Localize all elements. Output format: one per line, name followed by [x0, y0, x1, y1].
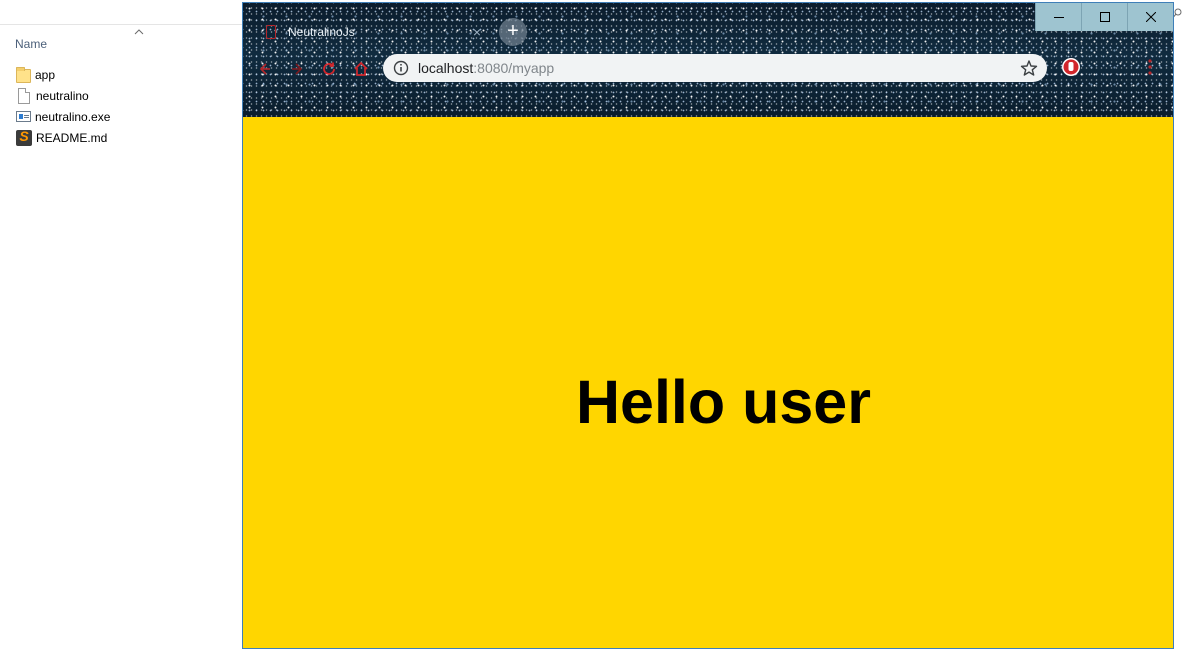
browser-frame-starfield: NeutralinoJs × + localhost:8080/myapp — [243, 3, 1173, 117]
file-item-neutralino-exe[interactable]: neutralino.exe — [16, 106, 110, 127]
file-explorer-pane: Name app neutralino neutralino.exe S REA… — [0, 0, 243, 654]
close-icon — [1145, 12, 1156, 22]
maximize-button[interactable] — [1081, 3, 1127, 31]
home-icon — [354, 61, 368, 76]
close-button[interactable] — [1127, 3, 1173, 31]
page-favicon-icon — [266, 25, 276, 39]
back-button[interactable] — [253, 58, 275, 80]
file-label: app — [35, 67, 56, 82]
toolbar: localhost:8080/myapp — [243, 52, 1173, 84]
site-info-icon[interactable] — [393, 60, 409, 76]
greeting-heading: Hello user — [576, 368, 871, 436]
column-header-name[interactable]: Name — [15, 37, 47, 51]
file-label: neutralino — [36, 88, 89, 103]
window-controls — [1035, 3, 1173, 31]
url-text[interactable]: localhost:8080/myapp — [418, 60, 554, 76]
address-bar[interactable]: localhost:8080/myapp — [383, 54, 1047, 82]
back-arrow-icon — [259, 63, 270, 75]
file-icon — [18, 87, 30, 104]
file-item-readme[interactable]: S README.md — [16, 127, 110, 148]
tab-close-icon[interactable]: × — [469, 24, 485, 40]
file-list: app neutralino neutralino.exe S README.m… — [16, 64, 110, 148]
forward-arrow-icon — [292, 63, 303, 75]
file-label: README.md — [36, 130, 108, 145]
folder-icon — [16, 66, 31, 83]
file-item-app[interactable]: app — [16, 64, 110, 85]
file-item-neutralino[interactable]: neutralino — [16, 85, 110, 106]
sort-ascending-icon[interactable] — [134, 28, 144, 36]
maximize-icon — [1099, 12, 1110, 22]
menu-kebab-icon[interactable] — [1145, 58, 1155, 76]
search-icon[interactable] — [1173, 8, 1182, 18]
home-button[interactable] — [350, 58, 372, 80]
url-path: :8080/myapp — [473, 60, 555, 76]
page-content: Hello user — [243, 117, 1173, 648]
header-divider — [0, 24, 243, 25]
forward-button[interactable] — [287, 58, 309, 80]
minimize-icon — [1053, 17, 1064, 18]
reload-icon — [323, 62, 335, 75]
tab-neutralinojs[interactable]: NeutralinoJs × — [253, 15, 489, 49]
reload-button[interactable] — [318, 58, 340, 80]
tab-title: NeutralinoJs — [288, 25, 355, 39]
minimize-button[interactable] — [1035, 3, 1081, 31]
new-tab-button[interactable]: + — [499, 18, 527, 46]
bookmark-star-icon[interactable] — [1020, 59, 1038, 77]
browser-window: NeutralinoJs × + localhost:8080/myapp He… — [242, 2, 1174, 649]
sublime-text-icon: S — [16, 128, 32, 146]
url-host: localhost — [418, 60, 474, 76]
extension-stop-icon[interactable] — [1061, 57, 1081, 77]
file-label: neutralino.exe — [35, 109, 111, 124]
exe-icon — [16, 111, 31, 122]
